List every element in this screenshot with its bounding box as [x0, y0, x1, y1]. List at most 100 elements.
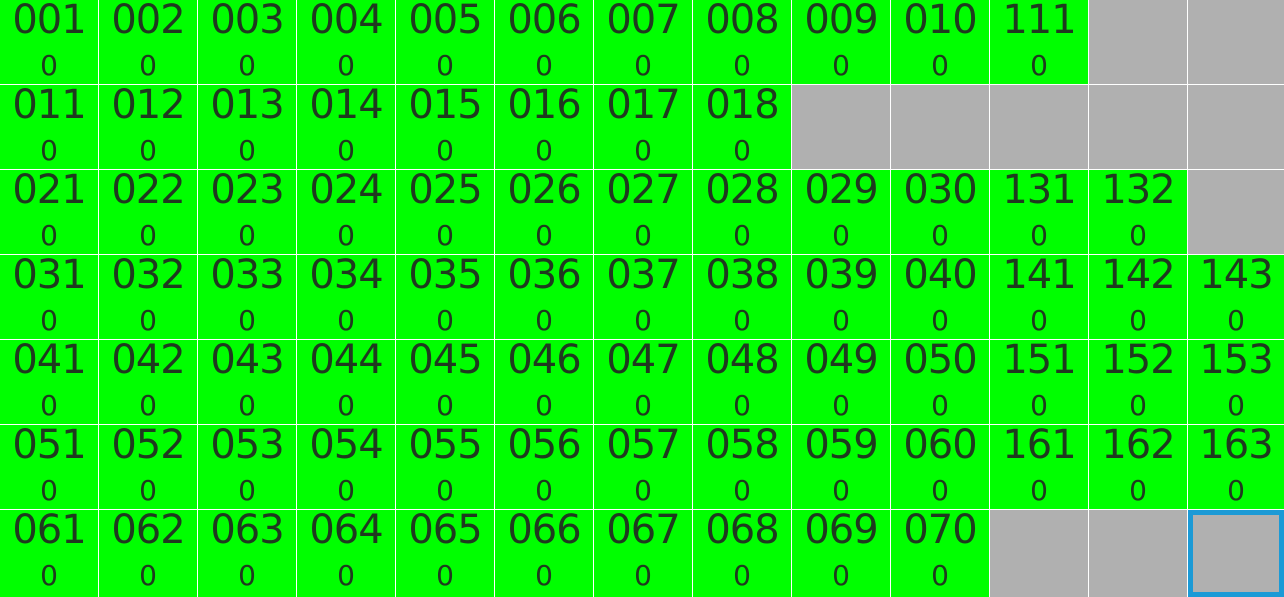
tile[interactable]: 152 0	[1089, 340, 1187, 424]
tile[interactable]: 058 0	[693, 425, 791, 509]
tile[interactable]: 016 0	[495, 85, 593, 169]
tile[interactable]: 044 0	[297, 340, 395, 424]
tile[interactable]: 042 0	[99, 340, 197, 424]
tile[interactable]: 057 0	[594, 425, 692, 509]
tile[interactable]: 063 0	[198, 510, 296, 597]
empty-tile[interactable]	[1089, 510, 1187, 597]
tile[interactable]: 014 0	[297, 85, 395, 169]
tile[interactable]: 059 0	[792, 425, 890, 509]
tile[interactable]: 053 0	[198, 425, 296, 509]
tile[interactable]: 056 0	[495, 425, 593, 509]
empty-tile[interactable]	[1188, 170, 1284, 254]
tile[interactable]: 050 0	[891, 340, 989, 424]
tile[interactable]: 010 0	[891, 0, 989, 84]
tile-number: 012	[111, 85, 185, 128]
tile[interactable]: 049 0	[792, 340, 890, 424]
tile[interactable]: 030 0	[891, 170, 989, 254]
tile[interactable]: 047 0	[594, 340, 692, 424]
empty-tile[interactable]	[1089, 0, 1187, 84]
tile[interactable]: 015 0	[396, 85, 494, 169]
tile[interactable]: 013 0	[198, 85, 296, 169]
tile[interactable]: 061 0	[0, 510, 98, 597]
tile[interactable]: 048 0	[693, 340, 791, 424]
tile-number: 163	[1199, 425, 1273, 468]
tile[interactable]: 006 0	[495, 0, 593, 84]
tile[interactable]: 002 0	[99, 0, 197, 84]
empty-tile-selected[interactable]	[1188, 510, 1284, 597]
tile[interactable]: 162 0	[1089, 425, 1187, 509]
tile[interactable]: 023 0	[198, 170, 296, 254]
tile[interactable]: 141 0	[990, 255, 1088, 339]
tile[interactable]: 022 0	[99, 170, 197, 254]
tile-number: 032	[111, 255, 185, 298]
empty-tile[interactable]	[1188, 85, 1284, 169]
tile[interactable]: 161 0	[990, 425, 1088, 509]
tile[interactable]: 031 0	[0, 255, 98, 339]
empty-tile[interactable]	[1188, 0, 1284, 84]
tile[interactable]: 060 0	[891, 425, 989, 509]
tile[interactable]: 067 0	[594, 510, 692, 597]
tile[interactable]: 008 0	[693, 0, 791, 84]
tile[interactable]: 132 0	[1089, 170, 1187, 254]
tile[interactable]: 111 0	[990, 0, 1088, 84]
tile[interactable]: 039 0	[792, 255, 890, 339]
tile[interactable]: 062 0	[99, 510, 197, 597]
empty-tile[interactable]	[1089, 85, 1187, 169]
tile[interactable]: 011 0	[0, 85, 98, 169]
tile[interactable]: 069 0	[792, 510, 890, 597]
tile[interactable]: 065 0	[396, 510, 494, 597]
tile[interactable]: 033 0	[198, 255, 296, 339]
tile[interactable]: 040 0	[891, 255, 989, 339]
tile[interactable]: 045 0	[396, 340, 494, 424]
tile[interactable]: 003 0	[198, 0, 296, 84]
tile[interactable]: 054 0	[297, 425, 395, 509]
tile[interactable]: 055 0	[396, 425, 494, 509]
tile-count: 0	[40, 134, 58, 167]
tile[interactable]: 142 0	[1089, 255, 1187, 339]
tile[interactable]: 029 0	[792, 170, 890, 254]
tile[interactable]: 017 0	[594, 85, 692, 169]
tile[interactable]: 070 0	[891, 510, 989, 597]
tile[interactable]: 163 0	[1188, 425, 1284, 509]
tile[interactable]: 018 0	[693, 85, 791, 169]
empty-tile[interactable]	[891, 85, 989, 169]
tile[interactable]: 024 0	[297, 170, 395, 254]
tile-number: 041	[12, 340, 86, 383]
tile[interactable]: 066 0	[495, 510, 593, 597]
tile[interactable]: 037 0	[594, 255, 692, 339]
tile[interactable]: 151 0	[990, 340, 1088, 424]
tile-count: 0	[634, 219, 652, 252]
tile[interactable]: 153 0	[1188, 340, 1284, 424]
tile-count: 0	[1129, 389, 1147, 422]
tile[interactable]: 007 0	[594, 0, 692, 84]
empty-tile[interactable]	[990, 510, 1088, 597]
tile[interactable]: 027 0	[594, 170, 692, 254]
tile[interactable]: 001 0	[0, 0, 98, 84]
tile[interactable]: 051 0	[0, 425, 98, 509]
empty-tile[interactable]	[792, 85, 890, 169]
tile[interactable]: 005 0	[396, 0, 494, 84]
tile[interactable]: 026 0	[495, 170, 593, 254]
tile[interactable]: 143 0	[1188, 255, 1284, 339]
tile[interactable]: 034 0	[297, 255, 395, 339]
tile[interactable]: 025 0	[396, 170, 494, 254]
empty-tile[interactable]	[990, 85, 1088, 169]
tile[interactable]: 032 0	[99, 255, 197, 339]
tile[interactable]: 041 0	[0, 340, 98, 424]
tile[interactable]: 004 0	[297, 0, 395, 84]
tile[interactable]: 131 0	[990, 170, 1088, 254]
tile[interactable]: 021 0	[0, 170, 98, 254]
tile[interactable]: 064 0	[297, 510, 395, 597]
tile[interactable]: 028 0	[693, 170, 791, 254]
tile[interactable]: 038 0	[693, 255, 791, 339]
tile[interactable]: 009 0	[792, 0, 890, 84]
tile[interactable]: 046 0	[495, 340, 593, 424]
tile[interactable]: 012 0	[99, 85, 197, 169]
tile[interactable]: 068 0	[693, 510, 791, 597]
tile[interactable]: 036 0	[495, 255, 593, 339]
tile-number: 060	[903, 425, 977, 468]
tile[interactable]: 043 0	[198, 340, 296, 424]
tile[interactable]: 052 0	[99, 425, 197, 509]
tile-count: 0	[832, 474, 850, 507]
tile[interactable]: 035 0	[396, 255, 494, 339]
